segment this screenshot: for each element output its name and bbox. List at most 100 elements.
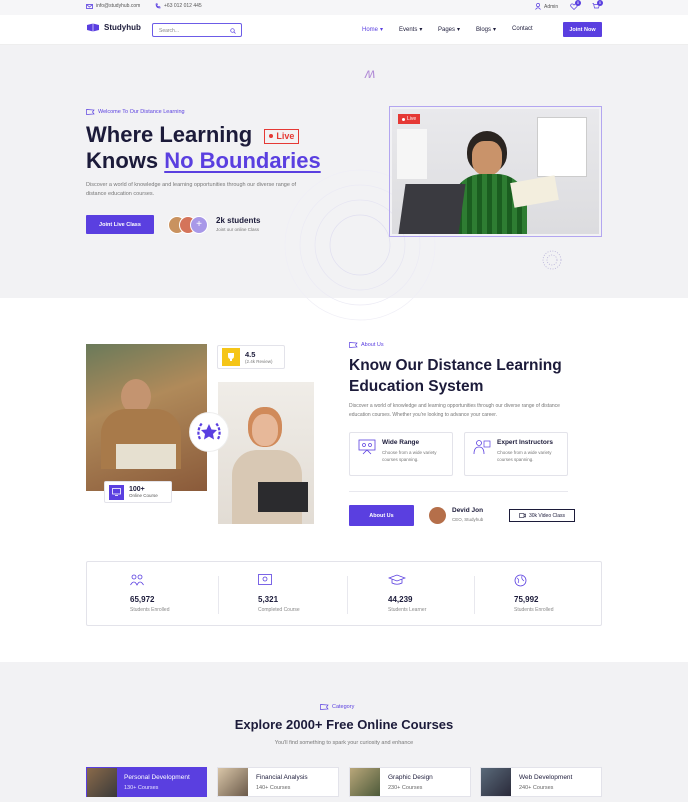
category-subtitle: You'll find something to spark your curi… <box>274 740 414 746</box>
contact-phone[interactable]: +63 012 012 445 <box>155 3 202 9</box>
hero-title-line1: Where Learning Live <box>86 122 300 148</box>
category-card-personal-development[interactable]: Personal Development 130+ Courses <box>86 767 207 797</box>
laptop-image <box>116 444 176 469</box>
category-title-text: Web Development <box>519 774 573 781</box>
person-face-image <box>472 141 502 175</box>
video-live-badge: Live <box>398 114 421 124</box>
stat-label: Completed Course <box>258 607 300 613</box>
category-title-text: Personal Development <box>124 774 190 781</box>
category-title-text: Financial Analysis <box>256 774 308 781</box>
chevron-down-icon: ▾ <box>493 27 497 33</box>
divider <box>349 491 568 492</box>
live-dot-icon <box>402 117 405 121</box>
category-title-text: Graphic Design <box>388 774 433 781</box>
search-input[interactable]: Search... <box>152 23 242 37</box>
stat-item: 44,239 Students Learner <box>388 574 426 613</box>
join-now-button[interactable]: Joint Now <box>563 22 602 37</box>
book-image <box>510 175 559 208</box>
cart-button[interactable]: 0 <box>592 0 603 10</box>
phone-icon <box>155 3 161 9</box>
site-logo[interactable]: Studyhub <box>86 23 141 32</box>
divider <box>347 576 348 614</box>
live-badge: Live <box>264 128 300 144</box>
feature-expert-instructors: Expert Instructors Choose from a wide va… <box>464 432 568 476</box>
stat-value: 75,992 <box>514 595 539 604</box>
stats-panel: 65,972 Students Enrolled 5,321 Completed… <box>86 561 602 626</box>
star-laurel-icon <box>194 417 224 447</box>
hero-video[interactable]: Live <box>389 106 602 237</box>
stat-label: Students Enrolled <box>514 607 554 613</box>
trophy-icon <box>222 348 240 366</box>
student-avatars: + <box>168 216 212 234</box>
join-live-class-button[interactable]: Joint Live Class <box>86 215 154 234</box>
feature-desc: Choose from a wide variety courses spann… <box>382 450 437 462</box>
person-role: CEO, Studyhub <box>452 517 484 522</box>
about-eyebrow: About Us <box>349 342 384 348</box>
category-card-graphic-design[interactable]: Graphic Design 230+ Courses <box>349 767 471 797</box>
category-thumbnail <box>218 768 248 796</box>
category-card-financial-analysis[interactable]: Financial Analysis 140+ Courses <box>217 767 339 797</box>
admin-link[interactable]: Admin <box>535 3 558 10</box>
stat-label: Students Enrolled <box>130 607 170 613</box>
top-bar: info@studyhub.com +63 012 012 445 Admin … <box>0 0 688 15</box>
award-badge <box>189 412 229 452</box>
instructor-icon <box>473 439 491 469</box>
about-description: Discover a world of knowledge and learni… <box>349 403 560 418</box>
person-name: Devid Jon <box>452 507 484 514</box>
wishlist-button[interactable]: 0 <box>570 0 581 10</box>
category-thumbnail <box>87 768 117 797</box>
about-eyebrow-text: About Us <box>361 342 384 348</box>
divider <box>218 576 219 614</box>
nav-item-home[interactable]: Home ▾ <box>362 26 384 34</box>
chevron-down-icon: ▾ <box>419 27 423 33</box>
graduation-flag-icon <box>320 704 329 710</box>
stat-value: 65,972 <box>130 595 155 604</box>
category-section: Category Explore 2000+ Free Online Cours… <box>0 662 688 802</box>
category-eyebrow: Category <box>320 704 354 710</box>
stat-item: 75,992 Students Enrolled <box>514 574 553 613</box>
avatar <box>429 507 446 524</box>
plus-icon[interactable]: + <box>190 216 208 234</box>
stat-item: 65,972 Students Enrolled <box>130 574 169 613</box>
students-sub: Joint our online Class <box>216 227 260 232</box>
about-us-button[interactable]: About Us <box>349 505 414 526</box>
phone-text: +63 012 012 445 <box>164 3 202 9</box>
video-live-text: Live <box>407 116 417 122</box>
video-class-button[interactable]: 30k Video Class <box>509 509 575 522</box>
hero-title-accent: No Boundaries <box>164 148 321 173</box>
video-camera-icon <box>519 513 526 518</box>
rating-value: 4.5 <box>245 350 256 359</box>
category-card-web-development[interactable]: Web Development 240+ Courses <box>480 767 602 797</box>
nav-item-blogs[interactable]: Blogs ▾ <box>476 26 497 34</box>
about-title: Know Our Distance Learning Education Sys… <box>349 355 562 397</box>
wishlist-count-badge: 0 <box>575 0 581 6</box>
video-frame: Live <box>392 109 599 234</box>
nav-blogs-label: Blogs <box>476 26 492 33</box>
online-course-card: 100+ Online Course <box>104 481 172 503</box>
chevron-down-icon: ▾ <box>457 27 461 33</box>
category-thumbnail <box>481 768 511 796</box>
nav-item-events[interactable]: Events ▾ <box>399 26 423 34</box>
chevron-down-icon: ▾ <box>380 27 384 33</box>
users-icon <box>130 574 169 586</box>
laptop-image <box>258 482 308 512</box>
nav-events-label: Events <box>399 26 418 33</box>
category-count: 230+ Courses <box>388 785 423 791</box>
stat-value: 44,239 <box>388 595 413 604</box>
stat-label: Students Learner <box>388 607 427 613</box>
category-thumbnail <box>350 768 380 796</box>
contact-email[interactable]: info@studyhub.com <box>86 3 140 9</box>
live-badge-text: Live <box>276 130 295 141</box>
hero-eyebrow: Welcome To Our Distance Learning <box>86 109 185 115</box>
divider <box>474 576 475 614</box>
nav-item-contact[interactable]: Contact <box>512 26 533 32</box>
about-title-line1: Know Our Distance Learning <box>349 357 562 374</box>
nav-item-pages[interactable]: Pages ▾ <box>438 26 461 34</box>
person-face-image <box>252 414 278 446</box>
nav-pages-label: Pages <box>438 26 456 33</box>
about-image-2 <box>218 382 314 524</box>
hero-title-plain: Knows <box>86 148 165 173</box>
decorative-scribble-icon: ʍ <box>365 65 376 81</box>
category-count: 140+ Courses <box>256 785 291 791</box>
screen-people-icon <box>358 439 376 469</box>
